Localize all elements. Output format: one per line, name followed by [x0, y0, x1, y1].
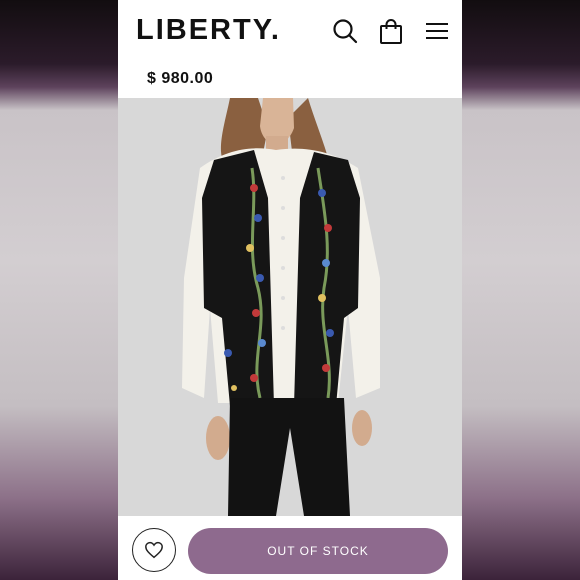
menu-icon[interactable]: [423, 17, 451, 45]
phone-screen: LIBERTY. $ 980.00 OUT OF STOCK: [118, 0, 462, 580]
background-blur-left: [0, 0, 118, 580]
product-price: $ 980.00: [147, 70, 214, 87]
liberty-logo[interactable]: LIBERTY.: [136, 14, 281, 47]
wishlist-button[interactable]: [132, 528, 176, 572]
price-bar: $ 980.00: [118, 62, 462, 98]
product-image[interactable]: [118, 98, 462, 516]
site-header: LIBERTY.: [118, 0, 462, 63]
purchase-bar: OUT OF STOCK: [118, 516, 462, 580]
background-blur-right: [462, 0, 580, 580]
search-icon[interactable]: [331, 17, 359, 45]
heart-icon: [145, 541, 163, 559]
out-of-stock-button[interactable]: OUT OF STOCK: [188, 528, 448, 574]
shopping-bag-icon[interactable]: [377, 17, 405, 45]
